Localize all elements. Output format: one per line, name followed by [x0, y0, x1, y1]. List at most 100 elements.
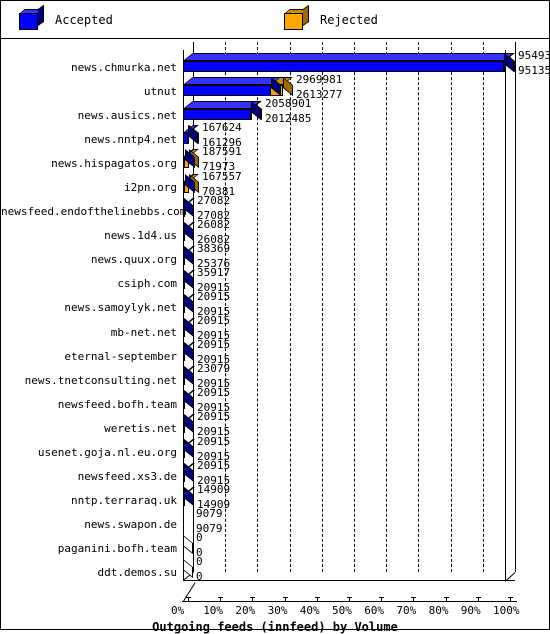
x-tick-stem: [252, 597, 253, 601]
bar-accepted-front-face: [183, 229, 185, 241]
value-label-rejected: 20915: [197, 338, 231, 352]
bar-accepted-front-face: [183, 181, 185, 193]
category-label: csiph.com: [117, 277, 177, 291]
value-label-rejected: 0: [196, 554, 203, 568]
bar-accepted-side-face: [251, 101, 261, 121]
value-label-rejected: 14909: [197, 482, 231, 496]
x-tick-label: 20%: [235, 604, 256, 617]
axis-baseline-front: [183, 580, 515, 581]
category-label: utnut: [143, 84, 177, 98]
value-label-accepted: 2012485: [265, 112, 312, 126]
x-tick-label: 0%: [171, 604, 185, 617]
x-tick-label: 30%: [267, 604, 288, 617]
category-label: news.tnetconsulting.net: [24, 373, 177, 387]
x-tick-label: 40%: [299, 604, 320, 617]
value-label-rejected: 20915: [197, 434, 231, 448]
legend-item-rejected: Rejected: [284, 1, 378, 39]
value-label-rejected: 20915: [197, 289, 231, 303]
gridline-90pct: [483, 42, 484, 572]
bar-accepted-front-face: [183, 205, 185, 217]
x-axis-title: Outgoing feeds (innfeed) by Volume: [152, 620, 398, 634]
x-tick-stem: [413, 597, 414, 601]
x-tick-label: 50%: [332, 604, 352, 617]
category-label: weretis.net: [104, 421, 177, 435]
gridline-50pct: [354, 42, 355, 572]
category-label: news.hispagatos.org: [51, 156, 177, 170]
x-tick-stem: [349, 597, 350, 601]
gridline-80pct: [451, 42, 452, 572]
chart-window: Accepted Rejected news.chmurka.net 9549332…: [0, 0, 550, 634]
x-tick-label: 90%: [460, 604, 481, 617]
value-label-rejected: 38369: [197, 241, 231, 255]
category-label: nntp.terraraq.uk: [71, 494, 177, 508]
bar-accepted-front-face: [183, 133, 188, 145]
bar-accepted-front-face: [183, 398, 185, 410]
x-tick-stem: [446, 597, 447, 601]
value-label-rejected: 26082: [197, 217, 231, 231]
bar-accepted-top-face: [183, 77, 281, 86]
x-tick-stem: [317, 597, 318, 601]
axis-origin-diagonal: [183, 582, 196, 602]
legend-label: Accepted: [55, 13, 113, 27]
value-label-rejected: 167557: [202, 169, 242, 183]
value-label-rejected: 20915: [197, 458, 231, 472]
legend-swatch-front: [284, 13, 303, 30]
bar-accepted-front-face: [183, 157, 185, 169]
gridline-40pct: [322, 42, 323, 572]
bar-accepted-front-face: [183, 85, 271, 97]
chart-legend: Accepted Rejected: [1, 1, 549, 39]
category-label: news.nntp4.net: [84, 132, 177, 146]
x-tick-label: 10%: [203, 604, 224, 617]
category-label: paganini.bofh.team: [57, 542, 177, 556]
value-label-accepted: 9513511: [518, 64, 550, 78]
category-label: newsfeed.xs3.de: [77, 470, 177, 484]
value-label-rejected: 187591: [202, 145, 242, 159]
bar-accepted-front-face: [183, 470, 185, 482]
value-label-rejected: 167624: [202, 121, 242, 135]
gridline-70pct: [418, 42, 419, 572]
value-label-rejected: 20915: [197, 314, 231, 328]
value-label-rejected: 2969981: [296, 73, 343, 87]
axis-back-right: [515, 42, 516, 572]
category-label: news.samoylyk.net: [64, 301, 177, 315]
bar-accepted-front-face: [183, 374, 185, 386]
value-label-rejected: 9079: [196, 506, 223, 520]
category-label: newsfeed.bofh.team: [57, 397, 177, 411]
x-tick-stem: [381, 597, 382, 601]
legend-label: Rejected: [320, 13, 378, 27]
bar-accepted-front-face: [183, 422, 185, 434]
gridline-60pct: [386, 42, 387, 572]
category-label: eternal-september: [64, 349, 177, 363]
bar-accepted-front-face: [183, 350, 185, 362]
value-label-rejected: 20915: [197, 386, 231, 400]
category-label: news.swapon.de: [84, 518, 177, 532]
category-label: news.chmurka.net: [71, 60, 177, 74]
axis-right-edge: [505, 50, 506, 581]
legend-swatch-side: [38, 4, 44, 26]
bar-accepted-top-face: [183, 53, 514, 62]
value-label-rejected: 27082: [197, 193, 231, 207]
bar-accepted-front-face: [183, 326, 185, 338]
category-label: usenet.goja.nl.eu.org: [37, 446, 177, 459]
category-label: newsfeed.endofthelinebbs.com: [1, 205, 187, 219]
x-tick-stem: [510, 597, 511, 601]
x-tick-label: 60%: [364, 604, 385, 617]
gridline-20pct: [257, 42, 258, 572]
value-label-rejected: 23079: [197, 362, 231, 376]
cube-icon: [19, 4, 45, 31]
bar-accepted-front-face: [183, 109, 251, 121]
x-tick-stem: [188, 597, 189, 601]
category-label: news.quux.org: [90, 253, 177, 267]
value-label-accepted: 0: [196, 569, 203, 583]
category-label: i2pn.org: [124, 181, 177, 194]
category-label: news.1d4.us: [104, 229, 177, 243]
x-tick-label: 100%: [493, 604, 520, 617]
bar-accepted-front-face: [183, 61, 504, 73]
value-label-rejected: 20915: [197, 410, 231, 424]
category-label: mb-net.net: [110, 325, 177, 339]
bar-accepted-front-face: [183, 253, 185, 265]
bar-accepted-front-face: [183, 301, 185, 313]
value-label-rejected: 35917: [197, 265, 231, 279]
x-tick-label: 80%: [428, 604, 449, 617]
legend-swatch-side: [303, 4, 309, 26]
